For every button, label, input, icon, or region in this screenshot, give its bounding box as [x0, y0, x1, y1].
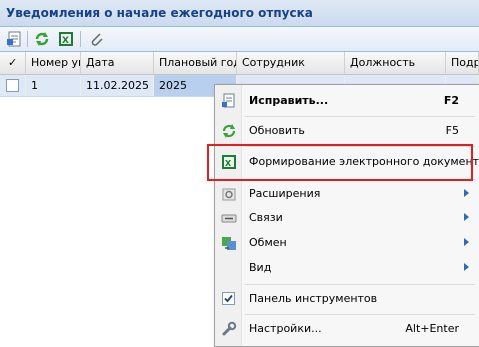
menu-label: Расширения: [249, 187, 321, 200]
menu-label: Обмен: [249, 236, 287, 249]
menu-item-refresh[interactable]: Обновить F5: [215, 119, 479, 143]
menu-label: Обновить: [249, 124, 305, 137]
menu-item-settings[interactable]: Настройки... Alt+Enter: [215, 317, 479, 341]
menu-label: Настройки...: [249, 322, 322, 335]
cell-number: 1: [26, 75, 81, 96]
submenu-arrow-icon: [464, 213, 469, 221]
checkbox-checked-icon: [221, 291, 237, 307]
panel-titlebar: Уведомления о начале ежегодного отпуска: [0, 0, 479, 27]
menu-item-links[interactable]: Связи: [215, 206, 479, 230]
links-icon: [221, 210, 237, 226]
grid-header: ✓ Номер ув Дата Плановый год... Сотрудни…: [0, 52, 479, 75]
svg-text:X: X: [62, 36, 69, 46]
menu-shortcut: Alt+Enter: [405, 322, 459, 335]
menu-item-exchange[interactable]: Обмен: [215, 231, 479, 255]
column-header-position[interactable]: Должность: [345, 52, 446, 74]
menu-item-edit[interactable]: Исправить... F2: [215, 89, 479, 113]
menu-item-toolbar-panel[interactable]: Панель инструментов: [215, 287, 479, 311]
edit-icon[interactable]: [6, 30, 24, 48]
menu-shortcut: F5: [445, 124, 459, 137]
row-checkbox[interactable]: [6, 79, 19, 92]
cell-date: 11.02.2025: [81, 75, 154, 96]
wrench-icon: [221, 321, 237, 337]
column-header-dept[interactable]: Подр: [446, 52, 479, 74]
excel-icon[interactable]: X: [57, 30, 75, 48]
refresh-icon: [221, 123, 237, 139]
panel-title: Уведомления о начале ежегодного отпуска: [6, 6, 313, 20]
submenu-arrow-icon: [464, 238, 469, 246]
column-header-check[interactable]: ✓: [0, 52, 26, 74]
refresh-icon[interactable]: [33, 30, 51, 48]
menu-item-extensions[interactable]: Расширения: [215, 182, 479, 206]
menu-label: Исправить...: [249, 94, 329, 107]
context-menu: Исправить... F2 Обновить F5 X Формирован…: [214, 84, 479, 347]
column-header-date[interactable]: Дата: [81, 52, 154, 74]
toolbar: X: [0, 27, 479, 52]
menu-shortcut: F2: [443, 94, 459, 107]
column-header-employee[interactable]: Сотрудник: [237, 52, 345, 74]
menu-label: Вид: [249, 261, 272, 274]
attach-icon[interactable]: [88, 30, 106, 48]
highlight-frame: [207, 144, 473, 181]
submenu-arrow-icon: [464, 263, 469, 271]
exchange-icon: [221, 235, 237, 251]
menu-label: Панель инструментов: [249, 292, 378, 305]
submenu-arrow-icon: [464, 189, 469, 197]
column-header-number[interactable]: Номер ув: [26, 52, 81, 74]
menu-item-view[interactable]: Вид: [215, 256, 479, 280]
row-checkbox-cell[interactable]: [0, 75, 26, 96]
gear-icon: [221, 186, 237, 202]
column-header-year[interactable]: Плановый год...: [154, 52, 237, 74]
menu-label: Связи: [249, 211, 283, 224]
edit-icon: [221, 93, 237, 109]
notifications-panel: Уведомления о начале ежегодного отпуска …: [0, 0, 479, 347]
